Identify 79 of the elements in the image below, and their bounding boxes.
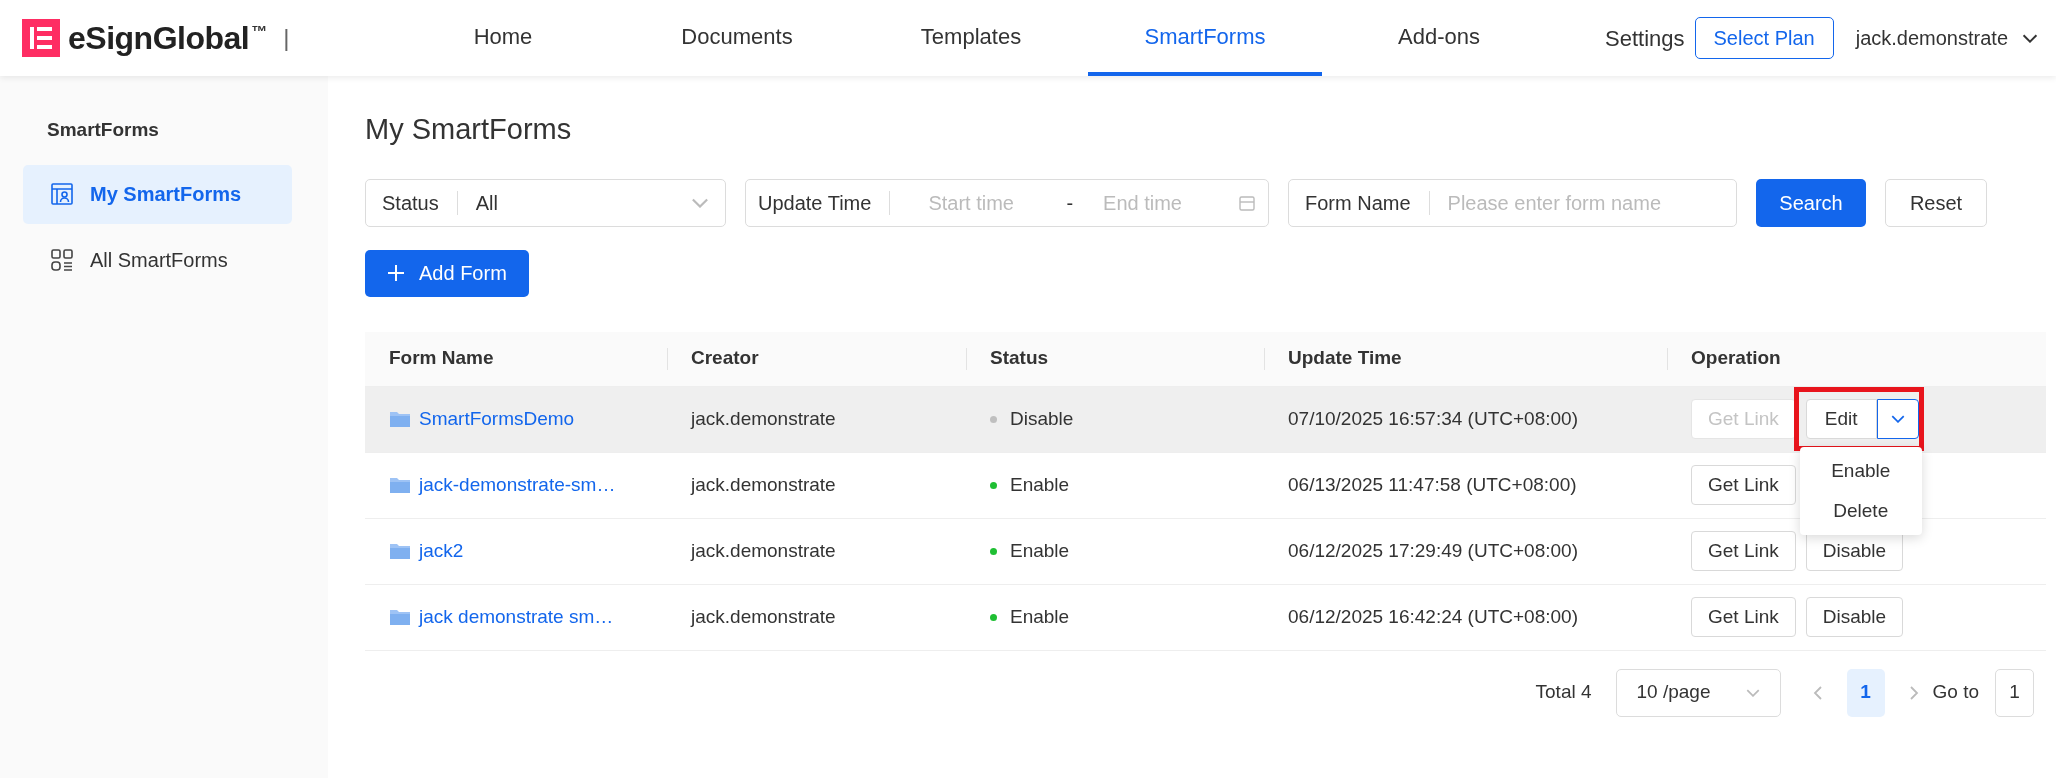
edit-button[interactable]: Edit: [1805, 399, 1877, 439]
update-time-text: 07/10/2025 16:57:34 (UTC+08:00): [1288, 407, 1578, 429]
update-time-text: 06/12/2025 16:42:24 (UTC+08:00): [1288, 605, 1578, 627]
column-header: Status: [990, 346, 1049, 371]
status-label: Status: [382, 190, 439, 216]
row-action-button[interactable]: Get Link: [1691, 531, 1796, 571]
nav-tab[interactable]: Home: [386, 0, 620, 76]
plus-icon: [387, 264, 405, 282]
start-time-placeholder: Start time: [927, 190, 1015, 216]
status-text: Enable: [1010, 604, 1070, 629]
total-count: Total 4: [1535, 680, 1592, 705]
end-time-placeholder: End time: [1103, 190, 1182, 216]
form-name-label: Form Name: [1305, 190, 1411, 216]
update-time-range[interactable]: Update Time Start time - End time: [745, 178, 1269, 227]
user-menu[interactable]: jack.demonstrate: [1855, 23, 2038, 53]
caret-icon: [1890, 415, 1905, 423]
grid-list-icon: [50, 248, 74, 272]
folder-icon: [389, 608, 411, 626]
page-size-select[interactable]: 10 /page: [1615, 668, 1781, 717]
form-name-field[interactable]: Form Name Please enter form name: [1288, 178, 1737, 227]
add-form-button[interactable]: Add Form: [365, 249, 529, 297]
goto-label: Go to: [1932, 680, 1979, 705]
menu-item[interactable]: Enable: [1799, 451, 1922, 491]
status-value: All: [475, 190, 498, 216]
chevron-down-icon: [1745, 688, 1760, 697]
column-header: Update Time: [1288, 346, 1402, 371]
goto-page-field[interactable]: 1: [1995, 668, 2034, 717]
update-time-label: Update Time: [758, 190, 872, 216]
range-separator: -: [1066, 190, 1074, 216]
nav-tab[interactable]: Templates: [854, 0, 1088, 76]
sidebar-title: SmartForms: [46, 118, 160, 142]
reset-button[interactable]: Reset: [1885, 178, 1987, 227]
page-size-value: 10 /page: [1636, 680, 1711, 705]
page-title: My SmartForms: [365, 112, 573, 147]
form-name-link[interactable]: SmartFormsDemo: [419, 404, 575, 434]
calendar-icon: [1238, 193, 1256, 212]
chevron-down-icon: [2022, 33, 2038, 43]
form-name-link[interactable]: jack-demonstrate-sm…: [419, 470, 616, 500]
update-time-text: 06/13/2025 11:47:58 (UTC+08:00): [1288, 473, 1577, 495]
sidebar-item-label: My SmartForms: [90, 182, 242, 207]
creator-text: jack.demonstrate: [691, 605, 836, 627]
form-name-input[interactable]: Please enter form name: [1447, 187, 1720, 218]
sidebar-item-label: All SmartForms: [90, 248, 228, 273]
nav-tab[interactable]: SmartForms: [1088, 0, 1322, 76]
creator-text: jack.demonstrate: [691, 473, 836, 495]
form-name-link[interactable]: jack demonstrate sm…: [419, 602, 614, 632]
sidebar-item[interactable]: My SmartForms: [23, 164, 292, 224]
nav-tab[interactable]: Add-ons: [1322, 0, 1556, 76]
sidebar-item[interactable]: All SmartForms: [23, 230, 292, 290]
form-name-link[interactable]: jack2: [419, 536, 464, 566]
update-time-text: 06/12/2025 17:29:49 (UTC+08:00): [1288, 539, 1578, 561]
dropdown-toggle[interactable]: [1876, 399, 1919, 439]
search-button[interactable]: Search: [1756, 178, 1866, 227]
brand-name: eSignGlobal: [68, 19, 250, 58]
profile-card-icon: [50, 182, 74, 206]
column-header: Form Name: [389, 346, 494, 371]
menu-item[interactable]: Delete: [1799, 491, 1922, 531]
select-plan-button[interactable]: Select Plan: [1694, 17, 1834, 59]
status-select[interactable]: Status All: [365, 178, 726, 227]
page-number[interactable]: 1: [1846, 668, 1885, 717]
creator-text: jack.demonstrate: [691, 407, 836, 429]
trademark-mark: ™: [251, 22, 268, 42]
creator-text: jack.demonstrate: [691, 539, 836, 561]
status-text: Enable: [1010, 472, 1070, 497]
row-action-button[interactable]: Get Link: [1691, 597, 1796, 637]
status-text: Disable: [1010, 406, 1074, 431]
separator: |: [283, 23, 290, 53]
column-header: Creator: [691, 346, 759, 371]
folder-icon: [389, 476, 411, 494]
status-text: Enable: [1010, 538, 1070, 563]
row-action-button[interactable]: Disable: [1805, 597, 1904, 637]
logo-icon: [22, 19, 60, 57]
folder-icon: [389, 542, 411, 560]
chevron-down-icon: [691, 197, 709, 208]
row-action-button[interactable]: Get Link: [1691, 465, 1796, 505]
folder-icon: [389, 410, 411, 428]
nav-tab[interactable]: Documents: [620, 0, 854, 76]
settings-link[interactable]: Settings: [1605, 21, 1685, 55]
column-header: Operation: [1691, 346, 1781, 371]
